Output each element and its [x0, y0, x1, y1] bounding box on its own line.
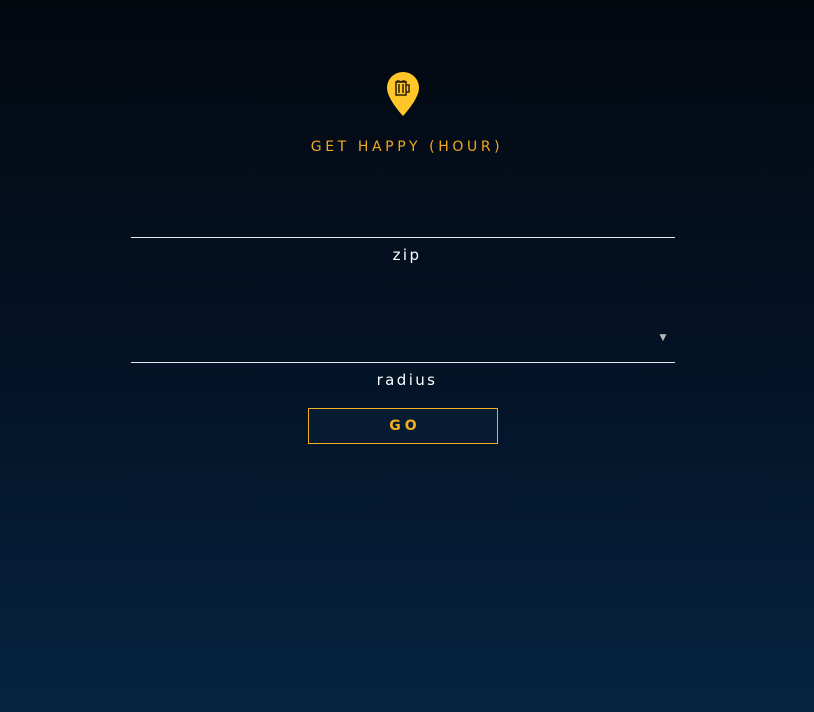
radius-label: radius [376, 371, 438, 389]
app-title: GET HAPPY (HOUR) [310, 139, 504, 155]
radius-select[interactable] [131, 323, 675, 363]
beer-mug-map-pin-icon [387, 72, 419, 116]
go-button[interactable]: GO [308, 408, 498, 444]
chevron-down-icon: ▼ [659, 333, 667, 343]
zip-input[interactable] [131, 198, 675, 238]
zip-label: zip [392, 246, 422, 264]
